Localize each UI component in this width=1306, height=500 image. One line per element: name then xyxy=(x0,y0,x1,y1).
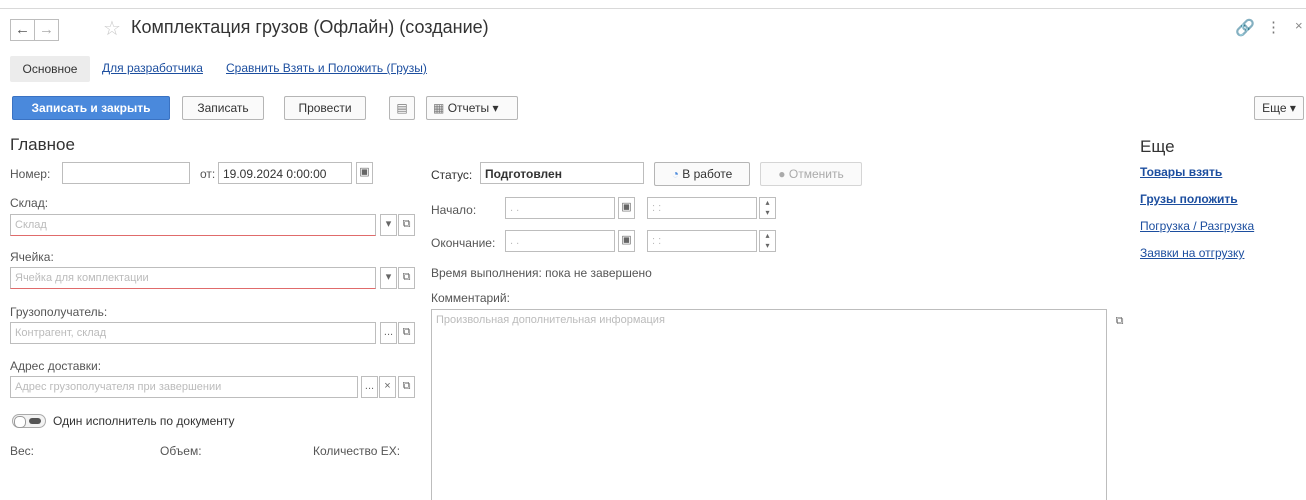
reports-button[interactable]: ▦ Отчеты ▾ xyxy=(426,96,518,120)
volume-label: Объем: xyxy=(160,444,202,458)
time-stepper-icon[interactable]: ▴ ▾ xyxy=(759,230,776,252)
warehouse-placeholder: Склад xyxy=(15,219,47,231)
date-input[interactable]: 19.09.2024 0:00:00 xyxy=(218,162,352,184)
document-icon: ▤ xyxy=(396,101,408,115)
address-label: Адрес доставки: xyxy=(10,359,102,373)
chevron-down-icon: ▾ xyxy=(492,101,499,115)
single-executor-toggle[interactable] xyxy=(12,414,46,428)
sidebar-title: Еще xyxy=(1140,137,1175,156)
reports-label: Отчеты xyxy=(447,101,490,115)
consignee-placeholder: Контрагент, склад xyxy=(15,327,107,339)
comment-textarea[interactable]: Произвольная дополнительная информация xyxy=(431,309,1107,500)
status-value: Подготовлен xyxy=(485,167,562,181)
address-input[interactable]: Адрес грузополучателя при завершении xyxy=(10,376,358,398)
open-icon[interactable]: ⧉ xyxy=(398,267,415,289)
sidebar-item-shipment-requests[interactable]: Заявки на отгрузку xyxy=(1140,246,1244,260)
report-icon: ▦ xyxy=(433,101,445,115)
address-placeholder: Адрес грузополучателя при завершении xyxy=(15,381,222,393)
close-icon[interactable]: × xyxy=(1295,18,1303,33)
back-button[interactable]: ← xyxy=(10,19,35,41)
chevron-down-icon: ▾ xyxy=(1289,101,1296,115)
open-icon[interactable]: ⧉ xyxy=(1111,312,1128,334)
end-label: Окончание: xyxy=(431,236,496,250)
tab-compare[interactable]: Сравнить Взять и Положить (Грузы) xyxy=(226,61,427,75)
date-value: 19.09.2024 0:00:00 xyxy=(223,167,327,181)
start-time-input[interactable]: : : xyxy=(647,197,757,219)
sidebar-item-loading[interactable]: Погрузка / Разгрузка xyxy=(1140,219,1254,233)
forward-button[interactable]: → xyxy=(34,19,59,41)
comment-placeholder: Произвольная дополнительная информация xyxy=(436,314,665,326)
number-label: Номер: xyxy=(10,167,51,181)
in-work-label: В работе xyxy=(682,167,733,181)
select-icon[interactable]: ... xyxy=(361,376,378,398)
window-top-border xyxy=(0,8,1306,9)
cell-placeholder: Ячейка для комплектации xyxy=(15,272,149,284)
cancel-dot-icon: ● xyxy=(778,167,786,181)
more-vertical-icon[interactable]: ⋮ xyxy=(1266,18,1281,36)
calendar-icon[interactable]: ▣ xyxy=(356,162,373,184)
star-icon[interactable]: ☆ xyxy=(103,16,121,41)
start-label: Начало: xyxy=(431,203,477,217)
single-executor-label: Один исполнитель по документу xyxy=(53,414,235,428)
duration-text: Время выполнения: пока не завершено xyxy=(431,266,652,280)
arrow-left-icon: ← xyxy=(15,21,30,38)
select-icon[interactable]: ... xyxy=(380,322,397,344)
post-button[interactable]: Провести xyxy=(284,96,366,120)
calendar-icon[interactable]: ▣ xyxy=(618,230,635,252)
start-date-input[interactable]: . . xyxy=(505,197,615,219)
progress-icon: ◔ xyxy=(671,167,679,181)
consignee-label: Грузополучатель: xyxy=(10,305,108,319)
end-date-input[interactable]: . . xyxy=(505,230,615,252)
arrow-right-icon: → xyxy=(39,21,54,38)
comment-label: Комментарий: xyxy=(431,291,510,305)
warehouse-label: Склад: xyxy=(10,196,49,210)
status-label: Статус: xyxy=(431,168,473,182)
tab-developer[interactable]: Для разработчика xyxy=(102,61,203,75)
number-input[interactable] xyxy=(62,162,190,184)
more-label: Еще xyxy=(1262,101,1287,115)
page-title: Комплектация грузов (Офлайн) (создание) xyxy=(131,17,489,37)
end-time-input[interactable]: : : xyxy=(647,230,757,252)
calendar-icon[interactable]: ▣ xyxy=(618,197,635,219)
in-work-button[interactable]: ◔ В работе xyxy=(654,162,750,186)
consignee-input[interactable]: Контрагент, склад xyxy=(10,322,376,344)
open-icon[interactable]: ⧉ xyxy=(398,322,415,344)
status-field: Подготовлен xyxy=(480,162,644,184)
date-from-label: от: xyxy=(200,167,216,181)
dropdown-icon[interactable]: ▾ xyxy=(380,267,397,289)
weight-label: Вес: xyxy=(10,444,35,458)
warehouse-input[interactable]: Склад xyxy=(10,214,376,236)
cell-input[interactable]: Ячейка для комплектации xyxy=(10,267,376,289)
tab-main[interactable]: Основное xyxy=(10,56,90,82)
document-list-button[interactable]: ▤ xyxy=(389,96,415,120)
link-icon[interactable]: 🔗 xyxy=(1235,18,1255,38)
section-title: Главное xyxy=(10,135,75,154)
dropdown-icon[interactable]: ▾ xyxy=(380,214,397,236)
quantity-label: Количество ЕХ: xyxy=(313,444,401,458)
cell-label: Ячейка: xyxy=(10,250,54,264)
clear-icon[interactable]: × xyxy=(379,376,396,398)
more-button[interactable]: Еще ▾ xyxy=(1254,96,1304,120)
sidebar-item-cargo-put[interactable]: Грузы положить xyxy=(1140,192,1238,206)
save-button[interactable]: Записать xyxy=(182,96,264,120)
save-and-close-button[interactable]: Записать и закрыть xyxy=(12,96,170,120)
time-stepper-icon[interactable]: ▴ ▾ xyxy=(759,197,776,219)
cancel-button[interactable]: ● Отменить xyxy=(760,162,862,186)
open-icon[interactable]: ⧉ xyxy=(398,214,415,236)
sidebar-item-goods-take[interactable]: Товары взять xyxy=(1140,165,1222,179)
cancel-label: Отменить xyxy=(788,167,844,181)
open-icon[interactable]: ⧉ xyxy=(398,376,415,398)
